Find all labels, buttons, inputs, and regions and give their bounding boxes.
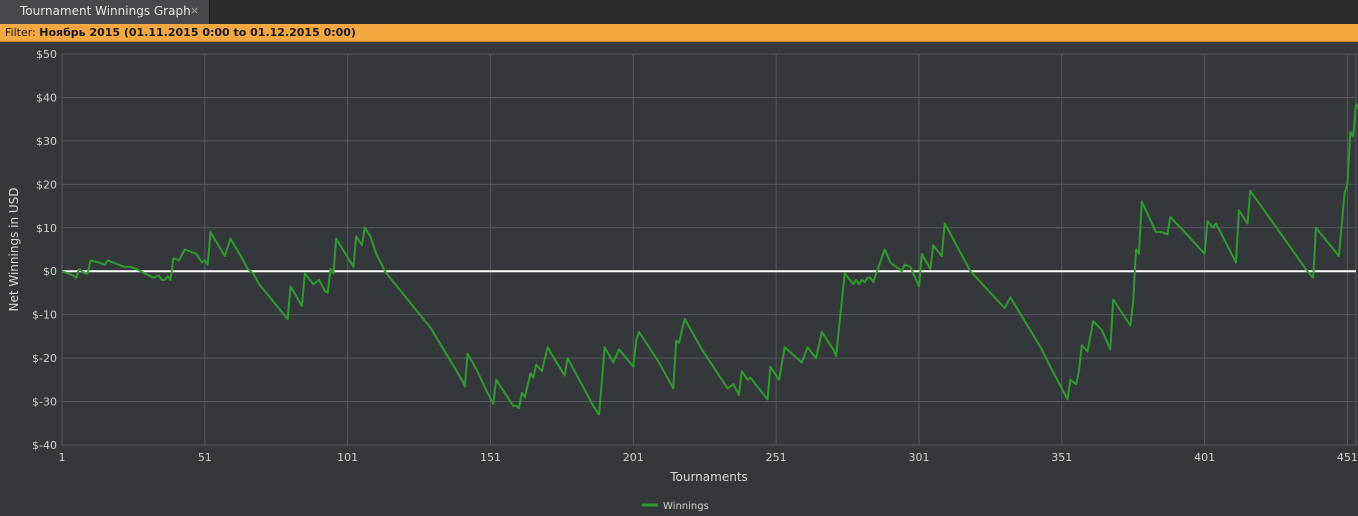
y-tick-label: $10 xyxy=(36,222,57,235)
x-tick-label: 451 xyxy=(1337,451,1358,464)
chart-grid xyxy=(61,53,1357,446)
legend-label-winnings: Winnings xyxy=(663,501,709,512)
y-axis: $50 $40 $30 $20 $10 $0 $-10 $-20 $-30 $-40 xyxy=(32,48,57,452)
x-tick-label: 101 xyxy=(337,451,358,464)
y-tick-label: $0 xyxy=(43,265,57,278)
x-tick-label: 251 xyxy=(766,451,787,464)
legend[interactable]: Winnings xyxy=(642,501,709,512)
y-tick-label: $-40 xyxy=(32,439,57,452)
tab-tournament-winnings-graph[interactable]: Tournament Winnings Graph × xyxy=(0,0,210,24)
tab-title: Tournament Winnings Graph xyxy=(20,4,191,18)
filter-label-text: Filter: xyxy=(5,26,36,39)
filter-bar[interactable]: Filter: Ноябрь 2015 (01.11.2015 0:00 to … xyxy=(0,24,1358,42)
plot-border xyxy=(61,53,1357,446)
x-tick-label: 201 xyxy=(623,451,644,464)
x-tick-label: 351 xyxy=(1051,451,1072,464)
tab-bar: Tournament Winnings Graph × xyxy=(0,0,1358,24)
y-tick-label: $50 xyxy=(36,48,57,61)
x-tick-label: 151 xyxy=(480,451,501,464)
x-tick-label: 51 xyxy=(198,451,212,464)
y-tick-label: $-10 xyxy=(32,309,57,322)
filter-label: Filter: Ноябрь 2015 (01.11.2015 0:00 to … xyxy=(5,26,356,39)
series-line-winnings xyxy=(61,103,1358,416)
x-tick-label: 401 xyxy=(1194,451,1215,464)
y-tick-label: $30 xyxy=(36,135,57,148)
x-axis-title: Tournaments xyxy=(669,470,748,484)
close-icon[interactable]: × xyxy=(190,4,199,17)
x-tick-label: 1 xyxy=(59,451,66,464)
x-tick-label: 301 xyxy=(908,451,929,464)
x-axis: 1 51 101 151 201 251 301 351 401 451 xyxy=(59,451,1358,464)
y-tick-label: $-20 xyxy=(32,352,57,365)
filter-value: Ноябрь 2015 (01.11.2015 0:00 to 01.12.20… xyxy=(39,26,356,39)
y-tick-label: $20 xyxy=(36,178,57,191)
y-tick-label: $40 xyxy=(36,91,57,104)
y-axis-title: Net Winnings in USD xyxy=(7,187,21,311)
winnings-chart: $50$40$30$20$10$0$-10$-20$-30$-40 1 51 101… xyxy=(7,48,1358,512)
y-tick-label: $-30 xyxy=(32,396,57,409)
